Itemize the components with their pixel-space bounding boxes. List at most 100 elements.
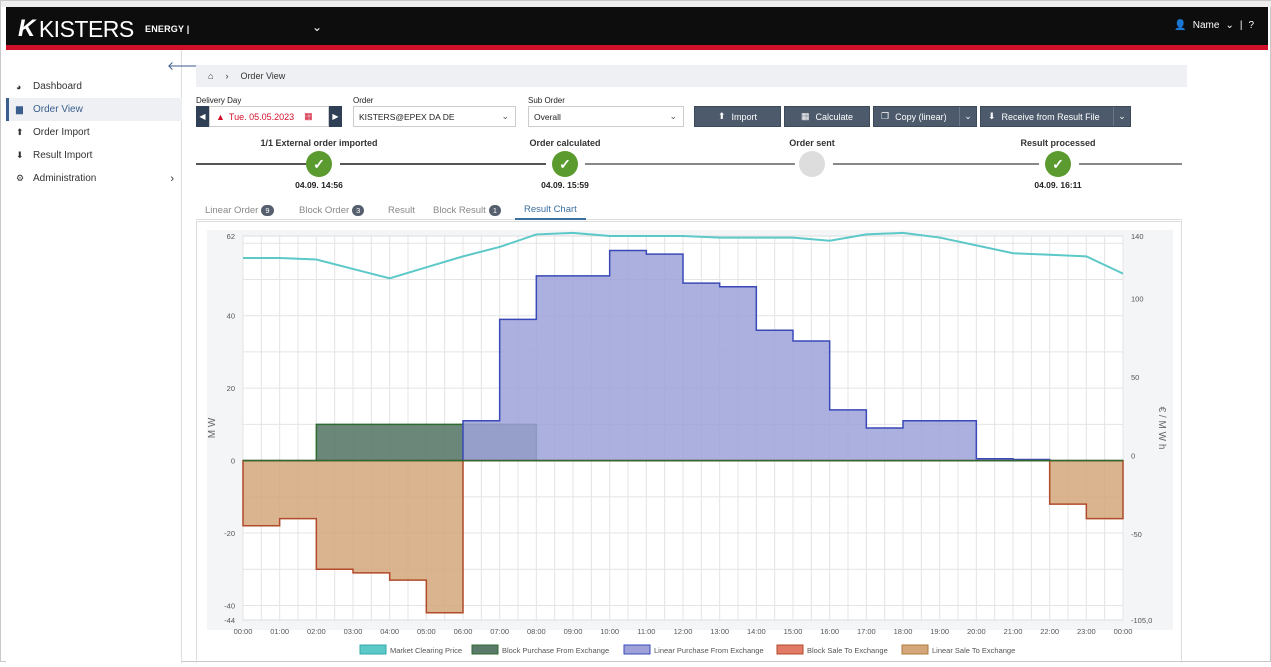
product-switch-chevron-icon[interactable]: ⌄ bbox=[312, 20, 322, 34]
y-tick-label: 40 bbox=[227, 312, 235, 321]
sub-order-select[interactable]: Overall ⌄ bbox=[528, 106, 684, 127]
legend-label: Block Sale To Exchange bbox=[807, 646, 888, 655]
top-navbar: K KISTERS ENERGY | ⌄ 👤 Name ⌄ | ? bbox=[6, 7, 1268, 45]
tab-block-result[interactable]: Block Result 1 bbox=[424, 201, 510, 220]
order-select[interactable]: KISTERS@EPEX DA DE ⌄ bbox=[353, 106, 516, 127]
sidebar-item-label: Result Import bbox=[33, 150, 93, 161]
separator: | bbox=[1239, 20, 1243, 31]
tab-label: Block Order bbox=[299, 205, 350, 216]
x-tick-label: 01:00 bbox=[270, 627, 289, 636]
sidebar-item-dashboard[interactable]: ◕ Dashboard bbox=[6, 75, 182, 98]
sidebar-item-order-view[interactable]: ▆ Order View bbox=[6, 98, 182, 121]
next-day-button[interactable]: ▶ bbox=[329, 106, 342, 127]
step-connector bbox=[196, 163, 312, 165]
x-tick-label: 07:00 bbox=[490, 627, 509, 636]
result-chart: 62 40 20 0 -20 -40 -44 140 100 50 0 -50 -105,0 00:00 0… bbox=[207, 230, 1173, 655]
y2-tick-label: 100 bbox=[1131, 295, 1144, 304]
tab-label: Result Chart bbox=[524, 204, 577, 215]
product-name: ENERGY | bbox=[145, 24, 190, 34]
x-tick-label: 03:00 bbox=[344, 627, 363, 636]
kisters-logo[interactable]: K KISTERS bbox=[18, 15, 134, 43]
user-menu[interactable]: 👤 Name ⌄ | ? bbox=[1174, 20, 1254, 31]
y2-tick-label: -105,0 bbox=[1131, 616, 1152, 625]
help-icon[interactable]: ? bbox=[1248, 20, 1254, 31]
step-title: Result processed bbox=[1020, 138, 1096, 148]
x-tick-label: 00:00 bbox=[1114, 627, 1133, 636]
step-time: 04.09. 16:11 bbox=[1034, 180, 1082, 190]
user-icon: 👤 bbox=[1174, 20, 1187, 31]
y-tick-label: -44 bbox=[224, 616, 235, 625]
delivery-day-value: Tue. 05.05.2023 bbox=[228, 111, 295, 122]
step-title: 1/1 External order imported bbox=[260, 138, 378, 148]
calculate-button[interactable]: ▦ Calculate bbox=[784, 106, 870, 127]
previous-day-button[interactable]: ◀ bbox=[196, 106, 209, 127]
order-select-value: KISTERS@EPEX DA DE bbox=[359, 111, 455, 122]
tab-result-chart[interactable]: Result Chart bbox=[515, 201, 586, 220]
delivery-day-field[interactable]: ▲ Tue. 05.05.2023 ▦ bbox=[209, 106, 329, 127]
cogs-icon: ⚙ bbox=[16, 173, 25, 183]
sidebar-item-label: Dashboard bbox=[33, 81, 82, 92]
x-tick-label: 15:00 bbox=[784, 627, 803, 636]
tab-result[interactable]: Result bbox=[379, 201, 424, 220]
calendar-icon[interactable]: ▦ bbox=[304, 111, 313, 122]
check-icon: ✓ bbox=[1045, 151, 1071, 177]
copy-options-chevron-icon[interactable]: ⌄ bbox=[959, 107, 976, 126]
sidebar-item-order-import[interactable]: ⬆ Order Import bbox=[6, 121, 182, 144]
brand-accent-line bbox=[6, 45, 1268, 50]
x-tick-label: 20:00 bbox=[967, 627, 986, 636]
step-time: 04.09. 14:56 bbox=[295, 180, 343, 190]
x-tick-label: 13:00 bbox=[710, 627, 729, 636]
receive-from-result-file-button[interactable]: ⬇ Receive from Result File ⌄ bbox=[980, 106, 1131, 127]
receive-options-chevron-icon[interactable]: ⌄ bbox=[1113, 107, 1130, 126]
y2-tick-label: 0 bbox=[1131, 451, 1135, 460]
download-icon: ⬇ bbox=[16, 150, 24, 160]
legend-swatch bbox=[471, 644, 499, 655]
copy-button-label: Copy (linear) bbox=[895, 111, 947, 122]
tab-bar: Linear Order 9 Block Order 3 Result Bloc… bbox=[196, 201, 1182, 220]
copy-linear-button[interactable]: ❐ Copy (linear) ⌄ bbox=[873, 106, 977, 127]
step-title: Order sent bbox=[789, 138, 835, 148]
tab-block-order[interactable]: Block Order 3 bbox=[290, 201, 373, 220]
import-button[interactable]: ⬆ Import bbox=[694, 106, 781, 127]
delivery-day-label: Delivery Day bbox=[196, 96, 242, 105]
x-tick-label: 09:00 bbox=[564, 627, 583, 636]
upload-icon: ⬆ bbox=[16, 127, 24, 137]
x-tick-label: 19:00 bbox=[930, 627, 949, 636]
dashboard-icon: ◕ bbox=[16, 81, 22, 92]
calculate-button-label: Calculate bbox=[815, 111, 854, 122]
x-tick-label: 17:00 bbox=[857, 627, 876, 636]
step-connector bbox=[340, 163, 546, 165]
sidebar-item-result-import[interactable]: ⬇ Result Import bbox=[6, 144, 182, 167]
x-tick-label: 10:00 bbox=[600, 627, 619, 636]
tab-label: Result bbox=[388, 205, 415, 216]
tab-linear-order[interactable]: Linear Order 9 bbox=[196, 201, 283, 220]
y2-tick-label: -50 bbox=[1131, 530, 1142, 539]
result-chart-panel: 62 40 20 0 -20 -40 -44 140 100 50 0 -50 -105,0 00:00 0… bbox=[196, 221, 1182, 663]
legend-swatch bbox=[901, 644, 929, 655]
check-icon: ✓ bbox=[552, 151, 578, 177]
sidebar-item-label: Administration bbox=[33, 173, 97, 184]
app-window: K KISTERS ENERGY | ⌄ 👤 Name ⌄ | ? 🡐 ◕ Da… bbox=[0, 0, 1271, 663]
x-tick-label: 00:00 bbox=[234, 627, 253, 636]
breadcrumb: ⌂ › Order View bbox=[196, 65, 1187, 87]
count-badge: 9 bbox=[261, 205, 274, 216]
tab-label: Linear Order bbox=[205, 205, 259, 216]
x-tick-label: 02:00 bbox=[307, 627, 326, 636]
y-tick-label: 20 bbox=[227, 384, 235, 393]
y2-axis-title: € / M W h bbox=[1156, 407, 1167, 450]
chevron-down-icon: ⌄ bbox=[669, 111, 677, 121]
collapse-sidebar-icon[interactable]: 🡐 bbox=[167, 58, 199, 73]
home-icon[interactable]: ⌂ bbox=[208, 71, 213, 81]
step-time: 04.09. 15:59 bbox=[541, 180, 589, 190]
y2-tick-label: 50 bbox=[1131, 373, 1139, 382]
sub-order-label: Sub Order bbox=[528, 96, 565, 105]
x-tick-label: 11:00 bbox=[637, 627, 655, 636]
kisters-mark-icon: K bbox=[18, 15, 35, 42]
x-tick-label: 05:00 bbox=[417, 627, 436, 636]
sidebar-item-administration[interactable]: ⚙ Administration › bbox=[6, 167, 182, 190]
y-tick-label: -40 bbox=[224, 602, 235, 611]
y-tick-label: -20 bbox=[224, 529, 235, 538]
download-icon: ⬇ bbox=[988, 111, 996, 121]
sidebar-item-label: Order Import bbox=[33, 127, 90, 138]
legend-label: Market Clearing Price bbox=[390, 646, 462, 655]
